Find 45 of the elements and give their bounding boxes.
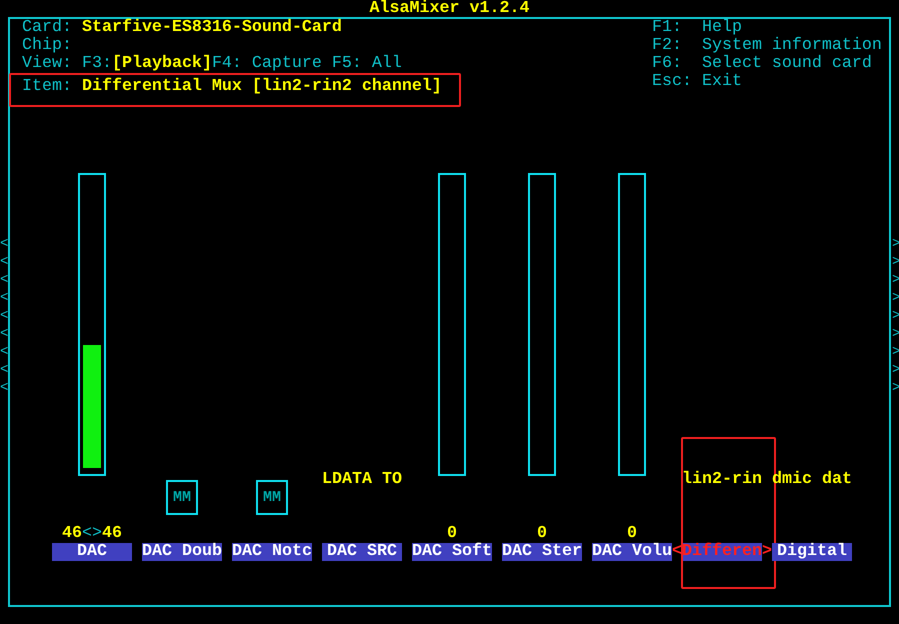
volume-bar[interactable] [618,173,646,476]
volume-value: 0 [447,525,457,543]
left-volume-value: 46 [62,525,82,543]
item-label: Item: [22,78,73,96]
volume-value: 0 [627,525,637,543]
shortcut-description: Exit [702,73,742,91]
shortcut-key: Esc: [652,73,702,91]
enum-value: lin2-rin [682,471,762,489]
volume-bar[interactable] [528,173,556,476]
channel-label[interactable]: DAC SRC [322,543,402,561]
channel-label[interactable]: DAC Soft [412,543,492,561]
mute-switch[interactable]: MM [166,480,198,515]
shortcut-description: Select sound card [702,55,872,73]
view-shortcut-key: F4: [212,55,242,73]
volume-bar[interactable] [78,173,106,476]
view-shortcut-key: F3: [82,55,112,73]
enum-value: LDATA TO [322,471,402,489]
channel-label[interactable]: DAC Volu [592,543,672,561]
channel-label[interactable]: DAC Doub [142,543,222,561]
selection-bracket: < [672,543,682,561]
view-tab[interactable]: All [362,55,412,73]
channel-label[interactable]: Digital [772,543,852,561]
card-name: Starfive-ES8316-Sound-Card [82,19,342,37]
channel-label[interactable]: DAC [52,543,132,561]
chip-label: Chip: [22,37,73,55]
shortcut-key: F1: [652,19,702,37]
view-label: View: [22,55,73,73]
card-label: Card: [22,19,73,37]
channel-label[interactable]: DAC Ster [502,543,582,561]
shortcut-key: F2: [652,37,702,55]
view-tab[interactable]: [Playback] [112,55,212,73]
channel-link-marker: <> [82,525,102,543]
shortcut-key: F6: [652,55,702,73]
item-name: Differential Mux [lin2-rin2 channel] [82,78,442,96]
view-tab[interactable]: Capture [242,55,332,73]
right-volume-value: 46 [102,525,122,543]
volume-bar[interactable] [438,173,466,476]
view-shortcut-key: F5: [332,55,362,73]
selection-bracket: > [762,543,772,561]
scroll-left-indicator: <<<<<<<<< [0,235,10,397]
shortcut-description: System information [702,37,882,55]
mute-switch[interactable]: MM [256,480,288,515]
shortcut-description: Help [702,19,742,37]
channel-label[interactable]: DAC Notc [232,543,312,561]
volume-value: 0 [537,525,547,543]
